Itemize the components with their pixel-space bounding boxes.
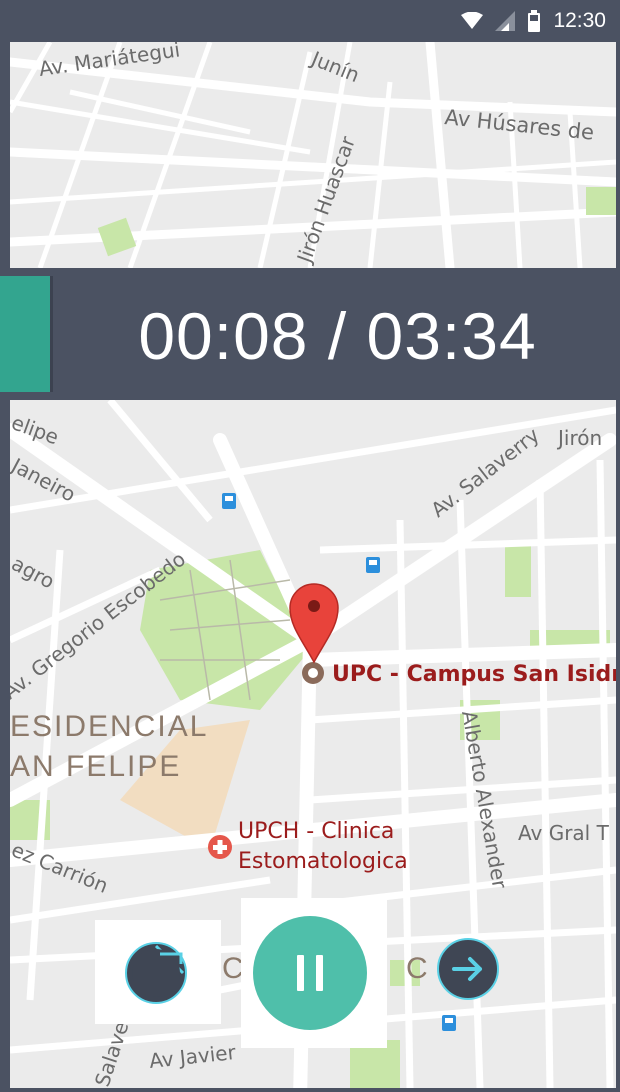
bus-stop-icon bbox=[366, 557, 380, 573]
main-map-label: Av Gral T bbox=[518, 821, 610, 845]
top-map-canvas: Av. Mariátegui Junín Av Húsares de Jirón… bbox=[10, 42, 616, 268]
timer-display: 00:08 / 03:34 bbox=[138, 299, 537, 373]
main-map-label: Jirón bbox=[556, 426, 602, 450]
timer-accent-edge bbox=[50, 276, 53, 396]
top-map[interactable]: Av. Mariátegui Junín Av Húsares de Jirón… bbox=[10, 42, 616, 268]
replay-button[interactable] bbox=[95, 920, 221, 1024]
bus-stop-icon bbox=[222, 493, 236, 509]
timer-accent bbox=[0, 276, 50, 396]
neighborhood-label: AN FELIPE bbox=[10, 750, 181, 783]
wifi-icon bbox=[461, 12, 484, 29]
pause-icon bbox=[297, 955, 304, 991]
neighborhood-label: ESIDENCIAL bbox=[10, 710, 208, 743]
status-bar: 12:30 bbox=[0, 0, 620, 42]
bus-stop-icon bbox=[442, 1015, 456, 1031]
battery-icon bbox=[528, 10, 541, 32]
replay-icon bbox=[125, 942, 187, 1004]
status-time: 12:30 bbox=[553, 9, 606, 32]
signal-icon bbox=[495, 11, 516, 31]
timer-bar: 00:08 / 03:34 bbox=[0, 276, 620, 396]
next-button[interactable] bbox=[436, 937, 500, 1001]
status-icons: 12:30 bbox=[461, 8, 606, 34]
divider bbox=[0, 392, 620, 400]
pause-button[interactable] bbox=[253, 916, 367, 1030]
neighborhood-label: C bbox=[406, 952, 428, 985]
upc-poi[interactable]: UPC - Campus San Isidr bbox=[302, 662, 616, 687]
upch-label: Estomatologica bbox=[238, 849, 408, 874]
upch-label: UPCH - Clinica bbox=[238, 819, 394, 844]
upc-label: UPC - Campus San Isidr bbox=[332, 662, 616, 687]
arrow-right-icon bbox=[437, 938, 499, 1000]
pause-icon bbox=[316, 955, 323, 991]
divider bbox=[0, 268, 620, 276]
